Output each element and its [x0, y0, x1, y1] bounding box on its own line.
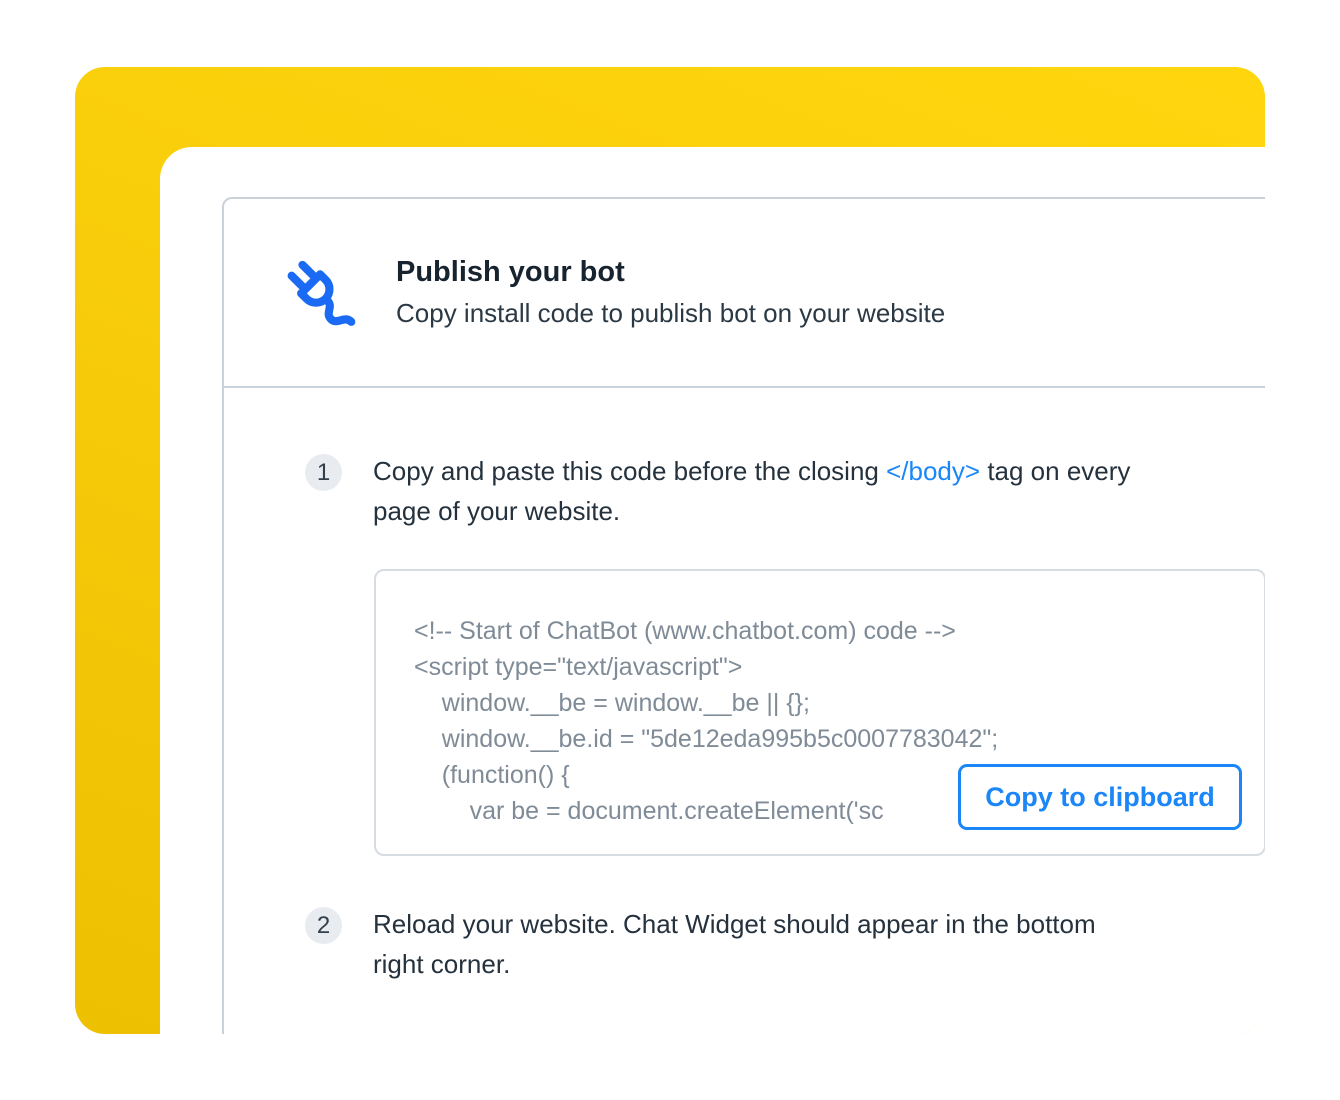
brand-yellow-frame: Publish your bot Copy install code to pu…: [75, 67, 1265, 1034]
content-card: Publish your bot Copy install code to pu…: [160, 147, 1265, 1034]
body-tag-reference: </body>: [886, 456, 980, 486]
panel-body: 1 Copy and paste this code before the cl…: [224, 451, 1265, 984]
step-2: 2 Reload your website. Chat Widget shoul…: [305, 904, 1265, 984]
install-code-box: <!-- Start of ChatBot (www.chatbot.com) …: [374, 569, 1265, 856]
publish-panel: Publish your bot Copy install code to pu…: [222, 197, 1265, 1034]
step-2-number-badge: 2: [305, 907, 342, 944]
page-subtitle: Copy install code to publish bot on your…: [396, 292, 945, 334]
step-1-instruction: Copy and paste this code before the clos…: [373, 451, 1130, 531]
page-title: Publish your bot: [396, 252, 945, 292]
panel-header: Publish your bot Copy install code to pu…: [224, 199, 1265, 388]
copy-to-clipboard-button[interactable]: Copy to clipboard: [958, 764, 1242, 830]
step-1-text-before: Copy and paste this code before the clos…: [373, 456, 886, 486]
header-text: Publish your bot Copy install code to pu…: [396, 252, 945, 334]
plug-icon: [268, 247, 360, 339]
step-1: 1 Copy and paste this code before the cl…: [305, 451, 1265, 531]
step-1-number-badge: 1: [305, 454, 342, 491]
step-2-instruction: Reload your website. Chat Widget should …: [373, 904, 1096, 984]
